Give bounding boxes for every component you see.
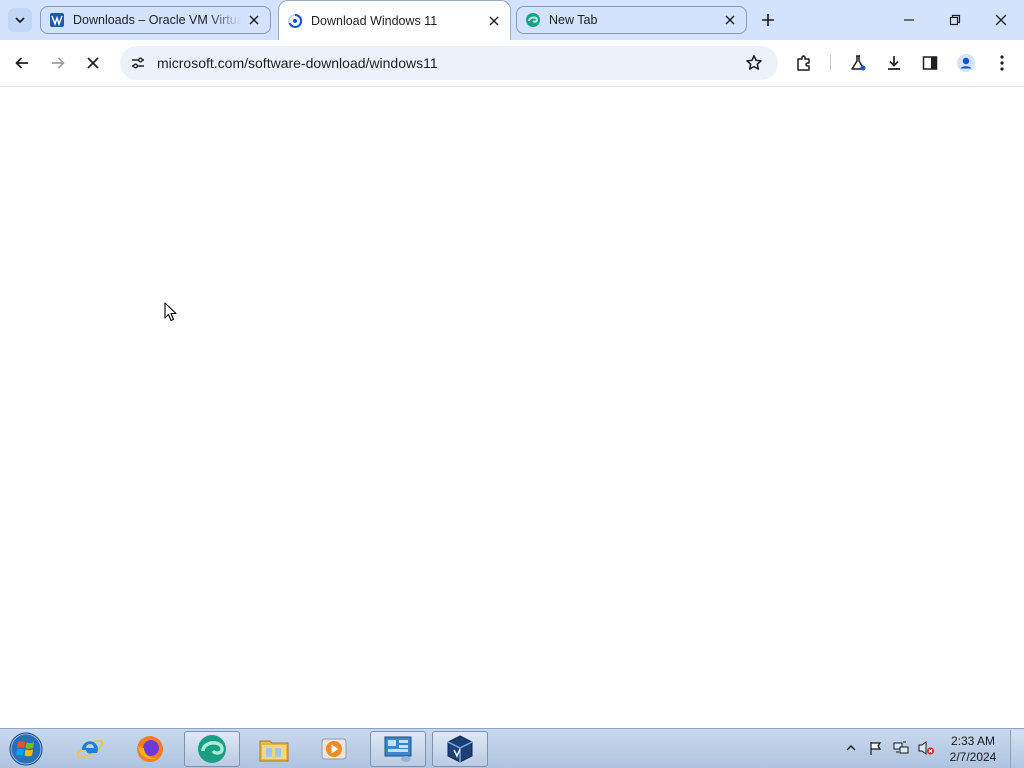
tab-title: Downloads – Oracle VM Virtua: [73, 13, 242, 27]
virtualbox-logo-icon: [49, 12, 65, 28]
profile-icon: [957, 54, 975, 72]
windows-taskbar: 2:33 AM 2/7/2024: [0, 728, 1024, 768]
taskbar-clock[interactable]: 2:33 AM 2/7/2024: [940, 733, 1006, 765]
start-button[interactable]: [6, 731, 46, 767]
taskbar-edge[interactable]: [184, 731, 240, 767]
toolbar-separator: [830, 55, 831, 71]
clock-time: 2:33 AM: [950, 734, 996, 748]
restore-icon: [949, 14, 961, 26]
tab-download-windows-11[interactable]: Download Windows 11: [278, 0, 511, 40]
tab-title: New Tab: [549, 13, 598, 27]
action-center-flag-icon[interactable]: [867, 739, 885, 757]
edge-icon: [198, 735, 226, 763]
system-tray: [842, 729, 942, 767]
back-icon: [15, 57, 28, 69]
tab-title: Download Windows 11: [311, 13, 438, 28]
taskbar-control-panel[interactable]: [370, 731, 426, 767]
close-window-button[interactable]: [978, 0, 1024, 40]
volume-muted-icon[interactable]: [917, 739, 935, 757]
browser-menu-button[interactable]: [986, 47, 1018, 79]
profile-button[interactable]: [950, 47, 982, 79]
extensions-button[interactable]: [788, 47, 820, 79]
forward-button[interactable]: [42, 47, 74, 79]
tab-search-button[interactable]: [8, 8, 32, 32]
chevron-down-icon: [15, 17, 25, 24]
stop-loading-button[interactable]: [77, 47, 109, 79]
internet-explorer-icon: [76, 739, 104, 759]
site-info-icon[interactable]: [126, 51, 150, 75]
minimize-icon: [904, 19, 914, 21]
edge-logo-icon: [525, 12, 541, 28]
mouse-cursor-icon: [164, 302, 178, 322]
downloads-button[interactable]: [878, 47, 910, 79]
close-icon: [995, 14, 1007, 26]
minimize-button[interactable]: [886, 0, 932, 40]
restore-button[interactable]: [932, 0, 978, 40]
start-orb-icon: [9, 732, 43, 766]
clock-date: 2/7/2024: [949, 750, 997, 764]
new-tab-button[interactable]: [756, 8, 780, 32]
show-hidden-icons-icon[interactable]: [842, 739, 860, 757]
media-player-icon: [321, 738, 347, 760]
taskbar-internet-explorer[interactable]: [62, 731, 118, 767]
loading-spinner-icon: [287, 13, 303, 29]
menu-icon: [1000, 55, 1004, 71]
taskbar-virtualbox[interactable]: [432, 731, 488, 767]
taskbar-firefox[interactable]: [122, 731, 178, 767]
plus-icon: [762, 14, 774, 26]
tab-strip: Downloads – Oracle VM Virtua Download Wi…: [0, 0, 1024, 40]
address-bar[interactable]: microsoft.com/software-download/windows1…: [120, 46, 778, 80]
side-panel-icon: [922, 56, 938, 70]
tab-new-tab[interactable]: New Tab: [516, 6, 747, 34]
back-button[interactable]: [6, 47, 38, 79]
file-explorer-icon: [259, 740, 289, 762]
labs-flask-icon: [851, 55, 866, 71]
taskbar-media-player[interactable]: [306, 731, 362, 767]
tab-virtualbox-downloads[interactable]: Downloads – Oracle VM Virtua: [40, 6, 271, 34]
virtualbox-icon: [447, 735, 473, 763]
control-panel-icon: [384, 736, 412, 762]
side-panel-button[interactable]: [914, 47, 946, 79]
labs-button[interactable]: [842, 47, 874, 79]
close-tab-icon[interactable]: [722, 12, 738, 28]
close-tab-icon[interactable]: [246, 12, 262, 28]
browser-toolbar: microsoft.com/software-download/windows1…: [0, 40, 1024, 87]
firefox-icon: [137, 736, 163, 762]
taskbar-file-explorer[interactable]: [246, 731, 302, 767]
url-text[interactable]: microsoft.com/software-download/windows1…: [157, 55, 438, 71]
downloads-icon: [888, 56, 900, 70]
bookmark-star-icon[interactable]: [742, 51, 766, 75]
show-desktop-button[interactable]: [1010, 730, 1024, 768]
close-tab-icon[interactable]: [486, 13, 502, 29]
forward-icon: [52, 57, 65, 69]
stop-loading-icon: [87, 57, 99, 69]
extensions-icon: [797, 55, 810, 71]
page-content: [0, 87, 1024, 728]
network-icon[interactable]: [892, 739, 910, 757]
